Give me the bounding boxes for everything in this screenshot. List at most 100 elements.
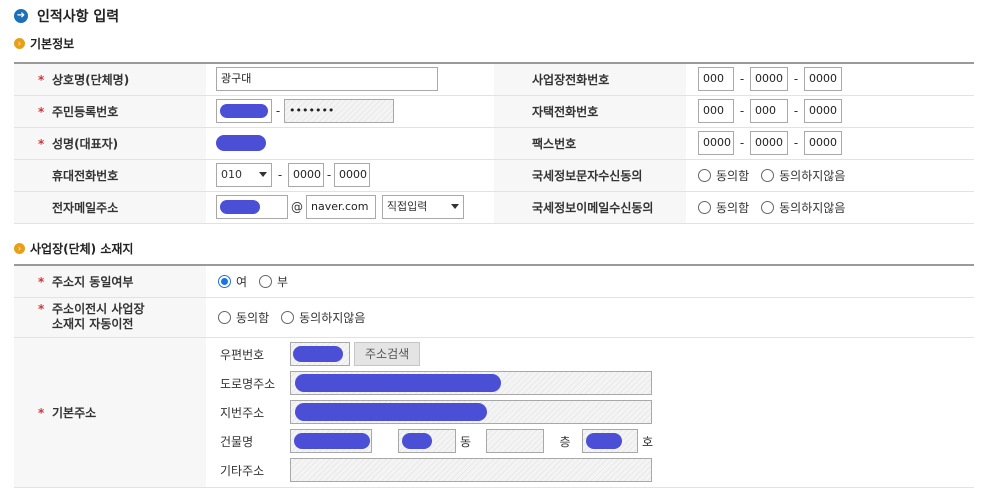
sms-consent-agree-radio[interactable] [698, 168, 711, 182]
radio-label: 여 [236, 274, 248, 289]
sms-consent-disagree-radio[interactable] [761, 168, 775, 182]
home-phone-last-input[interactable]: 0000 [804, 99, 842, 123]
label-fax: 팩스번호 [494, 127, 686, 160]
mobile-group: 010-0000-0000 [206, 159, 494, 192]
same-address-no-radio[interactable] [259, 274, 273, 288]
required-star-icon: * [38, 72, 45, 87]
required-star-icon: * [38, 405, 45, 420]
postal-code-input[interactable] [290, 342, 350, 366]
label-sms-consent: 국세정보문자수신동의 [494, 159, 686, 192]
label-base-address: * 기본주소 [14, 337, 206, 488]
label-same-address: * 주소지 동일여부 [14, 265, 206, 298]
dash: - [793, 104, 799, 118]
dash: - [275, 104, 281, 118]
label-text: 팩스번호 [532, 136, 577, 151]
required-star-icon: * [38, 104, 45, 119]
lot-address-input[interactable] [290, 400, 652, 424]
section-title-basic: › 기본정보 [14, 35, 74, 51]
fax-area-input[interactable]: 0000 [698, 131, 734, 155]
dash: - [793, 136, 799, 150]
biz-phone-last-input[interactable]: 0000 [804, 67, 842, 92]
redaction-mark [295, 374, 501, 392]
radio-label: 동의하지않음 [299, 310, 366, 325]
email-consent-agree-radio[interactable] [698, 200, 711, 214]
radio-label: 동의하지않음 [779, 168, 846, 183]
postal-code-label: 우편번호 [220, 347, 265, 362]
row-base-address: * 기본주소 우편번호 주소검색 도로명주소 지번주소 건물명 동 층 호 기타… [14, 337, 974, 488]
label-home-phone: 자택전화번호 [494, 95, 686, 128]
email-domain-select[interactable]: 직접입력 [381, 195, 464, 219]
dash: - [793, 72, 799, 87]
chevron-bullet-icon: › [14, 37, 25, 49]
mobile-prefix-select[interactable]: 010 [216, 163, 272, 187]
redaction-mark [295, 403, 487, 421]
dash: - [277, 168, 283, 182]
home-phone-area-input[interactable]: 000 [698, 99, 734, 123]
road-address-input[interactable] [290, 371, 652, 395]
building-name-input[interactable] [290, 429, 372, 453]
row-rep-name: * 성명(대표자) 팩스번호 0000-0000-0000 [14, 127, 974, 160]
label-text: 전자메일주소 [52, 200, 119, 215]
section-title-location: › 사업장(단체) 소재지 [14, 240, 133, 256]
row-company-name: * 상호명(단체명) 광구대 사업장전화번호 000-0000-0000 [14, 63, 974, 96]
other-address-label: 기타주소 [220, 463, 265, 478]
email-consent-disagree-radio[interactable] [761, 200, 775, 214]
floor-label: 층 [559, 434, 571, 449]
same-address-yes-radio[interactable] [218, 274, 231, 288]
resident-no-front-input[interactable] [216, 99, 272, 123]
email-domain-input[interactable]: naver.com [306, 195, 376, 219]
auto-move-disagree-radio[interactable] [281, 310, 295, 324]
road-address-label: 도로명주소 [220, 376, 276, 391]
other-address-line: 기타주소 [220, 456, 974, 485]
label-company-name: * 상호명(단체명) [14, 63, 206, 96]
company-name-input[interactable]: 광구대 [216, 67, 438, 92]
row-email: 전자메일주소 @ naver.com 직접입력 국세정보이메일수신동의 동의함 동의… [14, 191, 974, 224]
dash: - [739, 72, 745, 87]
basic-info-table: * 상호명(단체명) 광구대 사업장전화번호 000-0000-0000 * 주민등… [14, 62, 974, 224]
floor-ho-input[interactable] [582, 429, 638, 453]
radio-label: 동의함 [236, 310, 270, 325]
label-auto-move: * 주소이전시 사업장 소재지 자동이전 [14, 297, 206, 338]
lot-address-line: 지번주소 [220, 398, 974, 427]
postal-code-line: 우편번호 주소검색 [220, 340, 974, 369]
label-text: 휴대전화번호 [52, 168, 119, 183]
label-text: 국세정보문자수신동의 [532, 168, 643, 183]
mobile-last-input[interactable]: 0000 [334, 163, 370, 187]
dash: - [739, 104, 745, 118]
fax-mid-input[interactable]: 0000 [750, 131, 788, 155]
resident-no-back-input[interactable]: ••••••• [284, 99, 394, 123]
email-id-input[interactable] [216, 195, 288, 219]
required-star-icon: * [38, 274, 45, 289]
row-auto-move: * 주소이전시 사업장 소재지 자동이전 동의함 동의하지않음 [14, 297, 974, 338]
auto-move-agree-radio[interactable] [218, 310, 231, 324]
ho-label: 호 [642, 434, 654, 449]
mobile-mid-input[interactable]: 0000 [288, 163, 324, 187]
label-text: 기본주소 [52, 405, 97, 420]
base-address-group: 우편번호 주소검색 도로명주소 지번주소 건물명 동 층 호 기타주소 [206, 337, 974, 488]
building-line: 건물명 동 층 호 [220, 427, 974, 456]
redaction-mark [294, 433, 370, 449]
address-search-button[interactable]: 주소검색 [354, 342, 421, 366]
dong-label: 동 [460, 434, 472, 449]
other-address-input[interactable] [290, 458, 652, 482]
building-dong-input[interactable] [398, 429, 456, 453]
label-text: 주민등록번호 [52, 104, 119, 119]
building-dong-extra-input[interactable] [486, 429, 544, 453]
redaction-mark [293, 346, 343, 362]
lot-address-label: 지번주소 [220, 405, 265, 420]
chevron-down-icon [450, 204, 459, 209]
home-phone-group: 000-000-0000 [686, 95, 974, 128]
label-text: 소재지 자동이전 [52, 317, 134, 331]
redaction-mark [586, 433, 622, 449]
label-rep-name: * 성명(대표자) [14, 127, 206, 160]
rep-name-redacted-value [216, 135, 266, 151]
biz-phone-area-input[interactable]: 000 [698, 67, 734, 92]
label-biz-phone: 사업장전화번호 [494, 63, 686, 96]
label-text: 주소이전시 사업장 [52, 302, 145, 316]
dash: - [326, 168, 332, 182]
home-phone-mid-input[interactable]: 000 [750, 99, 788, 123]
page-title-text: 인적사항 입력 [37, 9, 120, 25]
label-text: 자택전화번호 [532, 104, 599, 119]
fax-last-input[interactable]: 0000 [804, 131, 842, 155]
biz-phone-mid-input[interactable]: 0000 [750, 67, 788, 92]
